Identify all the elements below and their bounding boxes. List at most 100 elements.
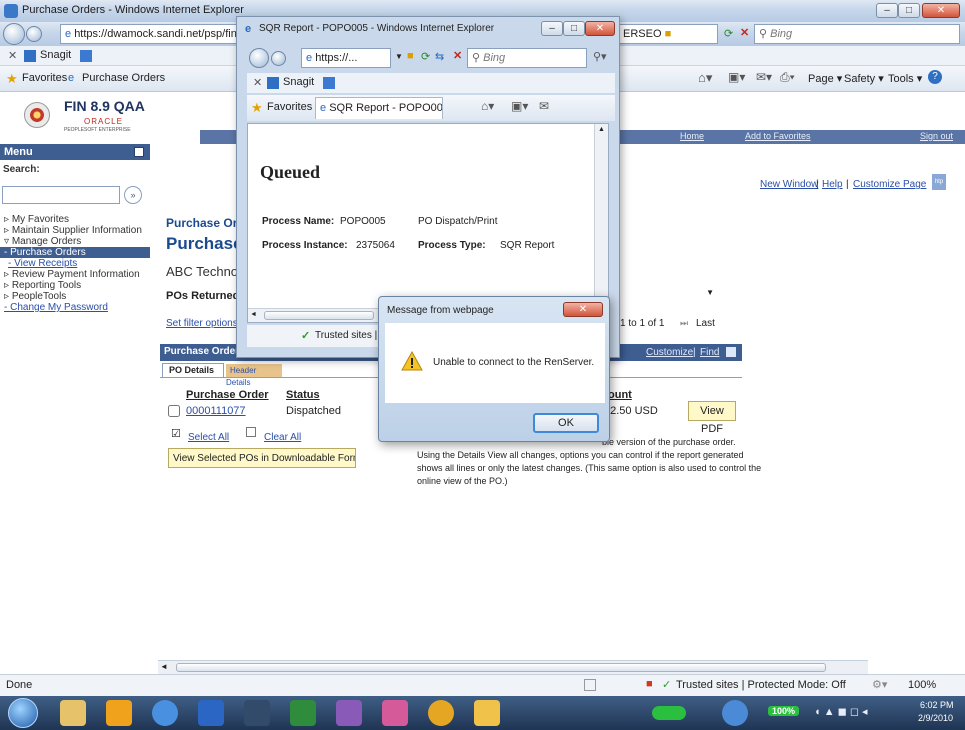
popup-toolbar-close-icon[interactable]: ✕ (253, 76, 262, 89)
clear-all-checkbox-icon[interactable] (246, 427, 256, 437)
battery-green-icon[interactable] (652, 706, 686, 720)
start-button[interactable] (8, 698, 38, 728)
outlook-taskbar-icon[interactable] (106, 700, 132, 726)
popup-favorites-button[interactable]: Favorites (267, 101, 312, 113)
clock-date[interactable]: 2/9/2010 (918, 713, 953, 723)
row-checkbox[interactable] (168, 405, 180, 417)
menu-search-go-icon[interactable]: » (124, 186, 142, 204)
tray-icons[interactable]: ◖ ▲ ◼ ◻ ◂ (814, 705, 868, 718)
menu-item[interactable]: ▹ My Favorites (0, 214, 150, 225)
popup-compat-icon[interactable]: ⇆ (435, 50, 444, 63)
word-taskbar-icon[interactable] (198, 700, 224, 726)
page-menu[interactable]: Page ▾ (808, 72, 842, 85)
new-window-link[interactable]: New Window (760, 179, 818, 190)
popup-close-button[interactable]: ✕ (585, 21, 615, 36)
close-button[interactable]: ✕ (922, 3, 960, 18)
menu-item[interactable]: - Purchase Orders (0, 247, 150, 258)
stop-icon[interactable]: ✕ (740, 26, 749, 39)
menu-collapse-icon[interactable] (134, 147, 144, 157)
popup-mail-icon[interactable]: ✉ (539, 99, 549, 113)
popup-dropdown-icon[interactable]: ▼ (395, 52, 403, 61)
menu-item[interactable]: ▹ Reporting Tools (0, 280, 150, 291)
capture-icon[interactable] (80, 50, 92, 62)
popup-blocked-icon[interactable] (584, 679, 596, 691)
snagit-label[interactable]: Snagit (40, 49, 71, 61)
tab-header-details[interactable]: Header Details (226, 364, 282, 387)
popup-tab[interactable]: e SQR Report - POPO005 (315, 97, 443, 119)
zoom-level[interactable]: 100% (908, 679, 936, 691)
popup-snagit-label[interactable]: Snagit (283, 76, 314, 88)
menu-item[interactable]: ▹ PeopleTools (0, 291, 150, 302)
browser-tab[interactable]: Purchase Orders (82, 72, 165, 84)
app-taskbar-icon[interactable] (244, 700, 270, 726)
grid-download-icon[interactable] (726, 347, 736, 357)
view-selected-button[interactable]: View Selected POs in Downloadable Format (168, 448, 356, 468)
col-amount[interactable]: ount (608, 389, 632, 401)
snagit-taskbar-icon[interactable] (474, 700, 500, 726)
onenote-taskbar-icon[interactable] (336, 700, 362, 726)
ie-taskbar-icon[interactable] (152, 700, 178, 726)
http-icon[interactable]: htp (932, 174, 946, 190)
help-link[interactable]: Help (822, 179, 843, 190)
dialog-ok-button[interactable]: OK (533, 413, 599, 433)
scroll-left-icon[interactable]: ◄ (160, 662, 168, 671)
toolbar-close-icon[interactable]: ✕ (8, 49, 17, 62)
horizontal-scrollbar[interactable]: ◄ (158, 660, 868, 674)
popup-address-bar[interactable]: e https://... (301, 48, 391, 68)
maximize-button[interactable]: □ (898, 3, 920, 18)
refresh-icon[interactable]: ⟳ (724, 27, 733, 40)
popup-scroll-up-icon[interactable]: ▲ (598, 126, 605, 133)
forward-button[interactable] (26, 26, 42, 42)
customize-link[interactable]: Customize (646, 347, 693, 358)
dialog-close-button[interactable]: ✕ (563, 302, 603, 317)
popup-minimize-button[interactable]: – (541, 21, 563, 36)
protected-mode-icon[interactable]: ⚙▾ (872, 678, 887, 691)
last-page-icon[interactable]: ⏭ (680, 318, 688, 329)
search-box[interactable]: ⚲ Bing (754, 24, 960, 44)
popup-search-box[interactable]: ⚲ Bing (467, 48, 587, 68)
set-filter-options-link[interactable]: Set filter options (166, 318, 238, 329)
popup-home-icon[interactable]: ⌂▾ (481, 99, 494, 113)
zone-text[interactable]: Trusted sites | Protected Mode: Off (676, 679, 846, 691)
popup-forward-button[interactable] (271, 51, 286, 66)
address-bar-right[interactable]: ERSEO ■ (618, 24, 718, 44)
safety-menu[interactable]: Safety ▾ (844, 72, 884, 85)
popup-maximize-button[interactable]: □ (563, 21, 585, 36)
menu-search-input[interactable] (2, 186, 120, 204)
clear-all-link[interactable]: Clear All (264, 432, 301, 443)
menu-item[interactable]: - View Receipts (0, 258, 150, 269)
explorer-taskbar-icon[interactable] (60, 700, 86, 726)
tools-menu[interactable]: Tools ▾ (888, 72, 922, 85)
menu-item[interactable]: ▹ Maintain Supplier Information (0, 225, 150, 236)
tab-po-details[interactable]: PO Details (162, 363, 224, 377)
popup-scroll-thumb[interactable] (264, 311, 374, 320)
popup-capture-icon[interactable] (323, 77, 335, 89)
mail-icon[interactable]: ✉▾ (756, 70, 772, 84)
clock-time[interactable]: 6:02 PM (920, 700, 954, 710)
home-link[interactable]: Home (680, 131, 704, 141)
popup-stop-icon[interactable]: ✕ (453, 49, 462, 62)
battery-badge[interactable]: 100% (768, 706, 800, 716)
minimize-button[interactable]: – (876, 3, 898, 18)
popup-back-button[interactable] (249, 48, 269, 68)
popup-scroll-left-icon[interactable]: ◄ (250, 311, 257, 318)
add-to-favorites-link[interactable]: Add to Favorites (745, 131, 811, 141)
last-page-link[interactable]: Last (696, 318, 715, 329)
scroll-thumb[interactable] (176, 663, 826, 672)
sign-out-link[interactable]: Sign out (920, 131, 953, 141)
security-taskbar-icon[interactable] (722, 700, 748, 726)
chrome-taskbar-icon[interactable] (428, 700, 454, 726)
col-status[interactable]: Status (286, 389, 320, 401)
popup-vertical-scrollbar[interactable]: ▲ (594, 124, 608, 322)
back-button[interactable] (3, 23, 25, 45)
menu-item[interactable]: - Change My Password (0, 302, 150, 313)
print-icon[interactable]: ⎙▾ (780, 70, 795, 85)
feeds-icon[interactable]: ▣▾ (728, 70, 745, 84)
col-purchase-order[interactable]: Purchase Order (186, 389, 269, 401)
menu-item[interactable]: ▹ Review Payment Information (0, 269, 150, 280)
customize-page-link[interactable]: Customize Page (853, 179, 926, 190)
popup-refresh-icon[interactable]: ⟳ (421, 50, 430, 63)
address-bar[interactable]: e https://dwamock.sandi.net/psp/fin89/ (60, 24, 250, 44)
find-link[interactable]: Find (700, 347, 719, 358)
select-all-link[interactable]: Select All (188, 432, 229, 443)
